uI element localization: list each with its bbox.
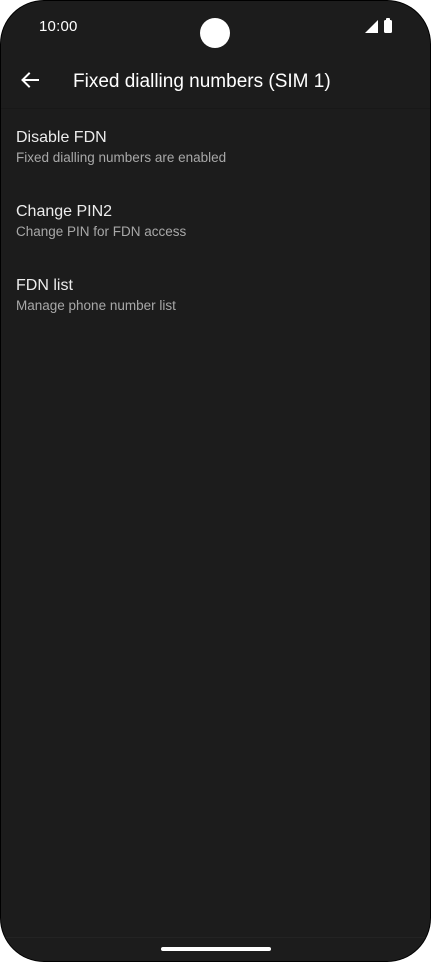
arrow-left-icon [21, 72, 39, 88]
home-handle[interactable] [161, 947, 271, 951]
screen: 10:00 Fixed dialling numbers (SIM 1) Dis… [1, 1, 430, 961]
status-bar: 10:00 [1, 1, 430, 53]
pref-summary: Manage phone number list [16, 298, 176, 313]
back-button[interactable] [11, 61, 49, 99]
gesture-nav-area [1, 937, 430, 961]
pref-title: Disable FDN [16, 129, 107, 146]
pref-title: FDN list [16, 277, 73, 294]
pref-title: Change PIN2 [16, 203, 113, 220]
pref-disable-fdn[interactable]: Disable FDN Fixed dialling numbers are e… [1, 111, 430, 185]
status-icons [365, 18, 392, 33]
page-title: Fixed dialling numbers (SIM 1) [73, 71, 331, 92]
signal-icon [365, 20, 378, 33]
pref-fdn-list[interactable]: FDN list Manage phone number list [1, 259, 430, 333]
status-time: 10:00 [39, 18, 78, 35]
pref-change-pin2[interactable]: Change PIN2 Change PIN for FDN access [1, 185, 430, 259]
battery-icon [384, 18, 392, 33]
camera-cutout [200, 18, 230, 48]
preference-list: Disable FDN Fixed dialling numbers are e… [1, 111, 430, 333]
pref-summary: Fixed dialling numbers are enabled [16, 150, 227, 165]
phone-frame: 10:00 Fixed dialling numbers (SIM 1) Dis… [0, 0, 431, 962]
app-bar: Fixed dialling numbers (SIM 1) [1, 53, 430, 109]
pref-summary: Change PIN for FDN access [16, 224, 187, 239]
